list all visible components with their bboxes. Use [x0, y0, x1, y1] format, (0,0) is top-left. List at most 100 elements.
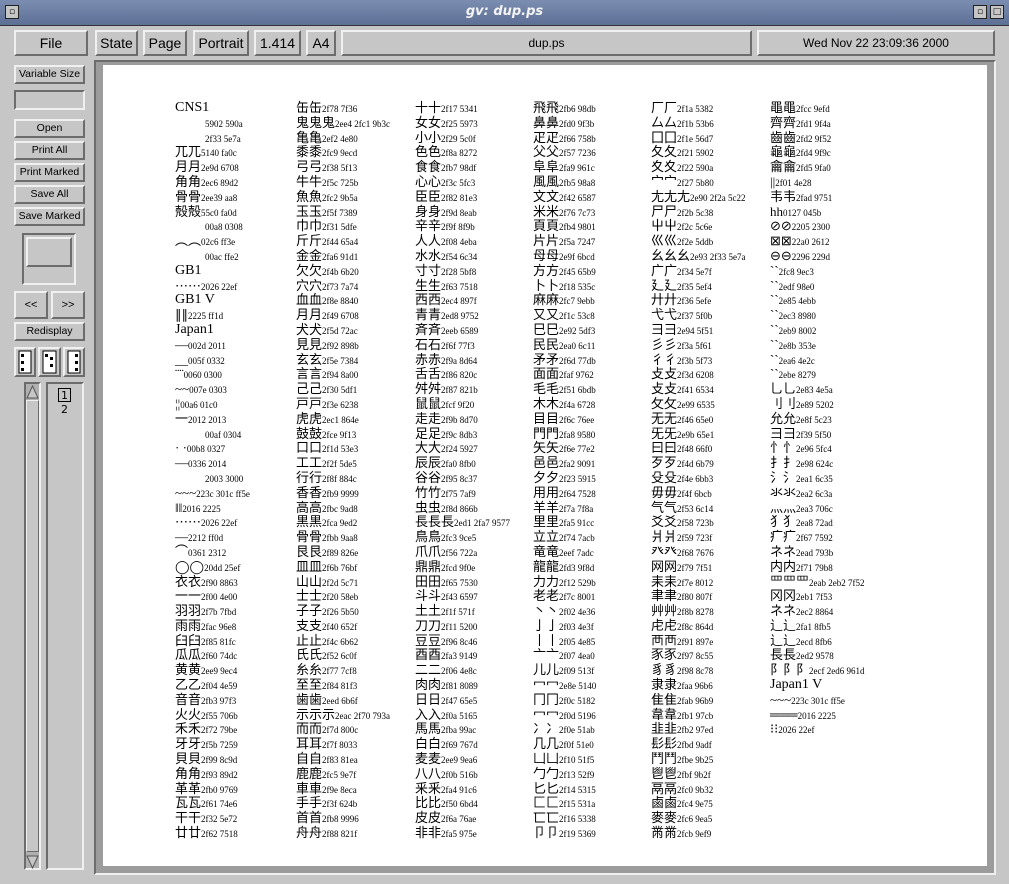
glyph-entry: 殳殳2f4e 6bb3 [651, 469, 714, 485]
glyph-entry: 香香2fb9 9999 [296, 484, 359, 500]
paper-size-menu-button[interactable]: A4 [306, 30, 336, 56]
glyph-entry: 竜竜2eef 7adc [533, 543, 594, 559]
mark-even-icon [42, 350, 57, 374]
scroll-up-arrow[interactable] [26, 384, 39, 399]
glyph-entry: 罒罒罒2eab 2eb2 7f52 [770, 573, 865, 589]
glyph-entry: 生生2f63 7518 [415, 277, 478, 293]
file-menu-button[interactable]: File [14, 30, 88, 56]
location-display [14, 90, 85, 110]
glyph-entry: 豸豸2f98 8c78 [651, 662, 714, 678]
glyph-entry: 頁頁2fb4 9801 [533, 218, 596, 234]
glyph-entry: 鼎鼎2fcd 9f0e [415, 558, 476, 574]
glyph-entry: 隶隶2faa 96b6 [651, 677, 713, 693]
glyph-entry: 瓜瓜2f60 74dc [175, 647, 238, 663]
print-all-button[interactable]: Print All [14, 141, 85, 160]
glyph-entry: 角角2ec6 89d2 [175, 173, 239, 189]
mark-even-pages-button[interactable] [38, 347, 61, 377]
glyph-entry: 亠亠2f07 4ea0 [533, 647, 595, 663]
glyph-entry: 立立2f74 7acb [533, 529, 595, 545]
glyph-entry: 亅亅2f03 4e3f [533, 617, 594, 633]
print-marked-button[interactable]: Print Marked [14, 163, 85, 182]
glyph-entry: 文文2f42 6587 [533, 188, 596, 204]
scroll-thumb[interactable] [26, 400, 39, 852]
variable-size-button[interactable]: Variable Size [14, 65, 85, 84]
glyph-entry: 士士2f20 58eb [296, 588, 359, 604]
page-list-scrollbar[interactable] [24, 382, 41, 870]
glyph-entry: 齒齒2fd2 9f52 [770, 129, 832, 145]
glyph-entry: 冖冖2f0d 5196 [533, 706, 596, 722]
glyph-entry: 2f33 5e7a [205, 133, 241, 144]
page-list[interactable]: 1 2 [46, 382, 84, 870]
glyph-entry: 酉酉2fa3 9149 [415, 647, 478, 663]
glyph-entry: 彐彐2f39 5f50 [770, 425, 832, 441]
glyph-entry: 匕匕2f14 5315 [533, 780, 596, 796]
glyph-entry: 干干2f32 5e72 [175, 810, 238, 826]
scroll-down-arrow[interactable] [26, 854, 39, 870]
next-page-button[interactable]: >> [51, 291, 85, 319]
save-all-button[interactable]: Save All [14, 185, 85, 204]
previous-page-button[interactable]: << [14, 291, 48, 319]
glyph-entry: 入入2f0a 5165 [415, 706, 478, 722]
glyph-entry: 刂刂2e89 5202 [770, 395, 834, 411]
glyph-entry: 黽黽2fcc 9efd [770, 100, 830, 115]
open-button[interactable]: Open [14, 119, 85, 138]
glyph-entry: 丶丶2f02 4e36 [533, 603, 596, 619]
page-list-item[interactable]: 1 [58, 388, 71, 402]
filename-display: dup.ps [341, 30, 752, 56]
glyph-entry: 彡彡2f3a 5f61 [651, 336, 712, 352]
page-list-item[interactable]: 2 [58, 403, 71, 417]
toggle-marks-button[interactable] [63, 347, 85, 377]
glyph-entry: ˋˋ2edf 98e0 [770, 277, 815, 293]
scale-menu-button[interactable]: 1.414 [254, 30, 301, 56]
glyph-entry: 缶缶2f78 7f36 [296, 100, 358, 115]
window-titlebar[interactable]: ▫ gv: dup.ps ▫ □ [0, 0, 1009, 26]
minimize-button[interactable]: ▫ [973, 5, 987, 19]
glyph-entry: 卜卜2f18 535c [533, 277, 596, 293]
glyph-entry: 爿爿2f59 723f [651, 529, 713, 545]
glyph-entry: —0336 2014 [175, 455, 227, 471]
page-menu-button[interactable]: Page [143, 30, 187, 56]
glyph-entry: __005f 0332 [175, 351, 225, 367]
maximize-button[interactable]: □ [990, 5, 1004, 19]
state-menu-button[interactable]: State [95, 30, 138, 56]
redisplay-button[interactable]: Redisplay [14, 322, 85, 341]
glyph-entry: 角角2f93 89d2 [175, 765, 238, 781]
glyph-entry: 舌舌2f86 820c [415, 366, 478, 382]
glyph-entry: ⋯⋯2026 22ef [175, 514, 238, 530]
glyph-entry: 一一2f00 4e00 [175, 588, 238, 604]
glyph-entry: 艮艮2f89 826e [296, 543, 359, 559]
glyph-entry: 足足2f9c 8db3 [415, 425, 478, 441]
glyph-entry: 玄玄2f5e 7384 [296, 351, 359, 367]
panner[interactable] [22, 233, 76, 285]
glyph-entry: 玉玉2f5f 7389 [296, 203, 358, 219]
glyph-entry: ˋˋ2eb9 8002 [770, 321, 817, 337]
glyph-entry: 龜龜2fd4 9f9c [770, 144, 831, 160]
glyph-entry: ⌒0361 2312 [175, 543, 227, 559]
glyph-entry: 巾巾2f31 5dfe [296, 218, 357, 234]
glyph-entry: ¦¦00a6 01c0 [175, 395, 218, 411]
glyph-entry: 牙牙2f5b 7259 [175, 736, 238, 752]
glyph-column-5: 厂厂2f1a 5382 厶厶2f1b 53b6 囗囗2f1e 56d7 夂夂2f21 … [651, 100, 746, 841]
glyph-entry: 瓦瓦2f61 74e6 [175, 795, 238, 811]
glyph-entry: ||2f01 4e28 [770, 173, 812, 189]
glyph-entry: ◯◯20dd 25ef [175, 558, 241, 574]
glyph-entry: 冂冂2f0c 5182 [533, 691, 596, 707]
glyph-entry: 衣衣2f90 8863 [175, 573, 238, 589]
glyph-entry: 厶厶2f1b 53b6 [651, 114, 714, 130]
document-page[interactable]: CNS1 5902 590a 2f33 5e7a 兀兀5140 fa0c 月月2e9d … [103, 65, 987, 866]
glyph-entry: 麻麻2fc7 9ebb [533, 292, 595, 308]
panner-slider[interactable] [26, 237, 72, 267]
glyph-entry: 穴穴2f73 7a74 [296, 277, 359, 293]
glyph-entry: 龍龍2fd3 9f8d [533, 558, 595, 574]
glyph-entry: 八八2f0b 516b [415, 765, 478, 781]
glyph-entry: 内内2f71 79b8 [770, 558, 833, 574]
glyph-entry: 2003 3000 [205, 473, 244, 484]
glyph-entry: 5902 590a [205, 118, 243, 129]
orientation-menu-button[interactable]: Portrait [193, 30, 249, 56]
window-title: gv: dup.ps [465, 4, 544, 19]
mark-odd-pages-button[interactable] [14, 347, 36, 377]
save-marked-button[interactable]: Save Marked [14, 207, 85, 226]
glyph-entry: —002d 2011 [175, 336, 226, 352]
glyph-entry: 子子2f26 5b50 [296, 603, 359, 619]
glyph-entry: ⊠⊠22a0 2612 [770, 233, 830, 249]
